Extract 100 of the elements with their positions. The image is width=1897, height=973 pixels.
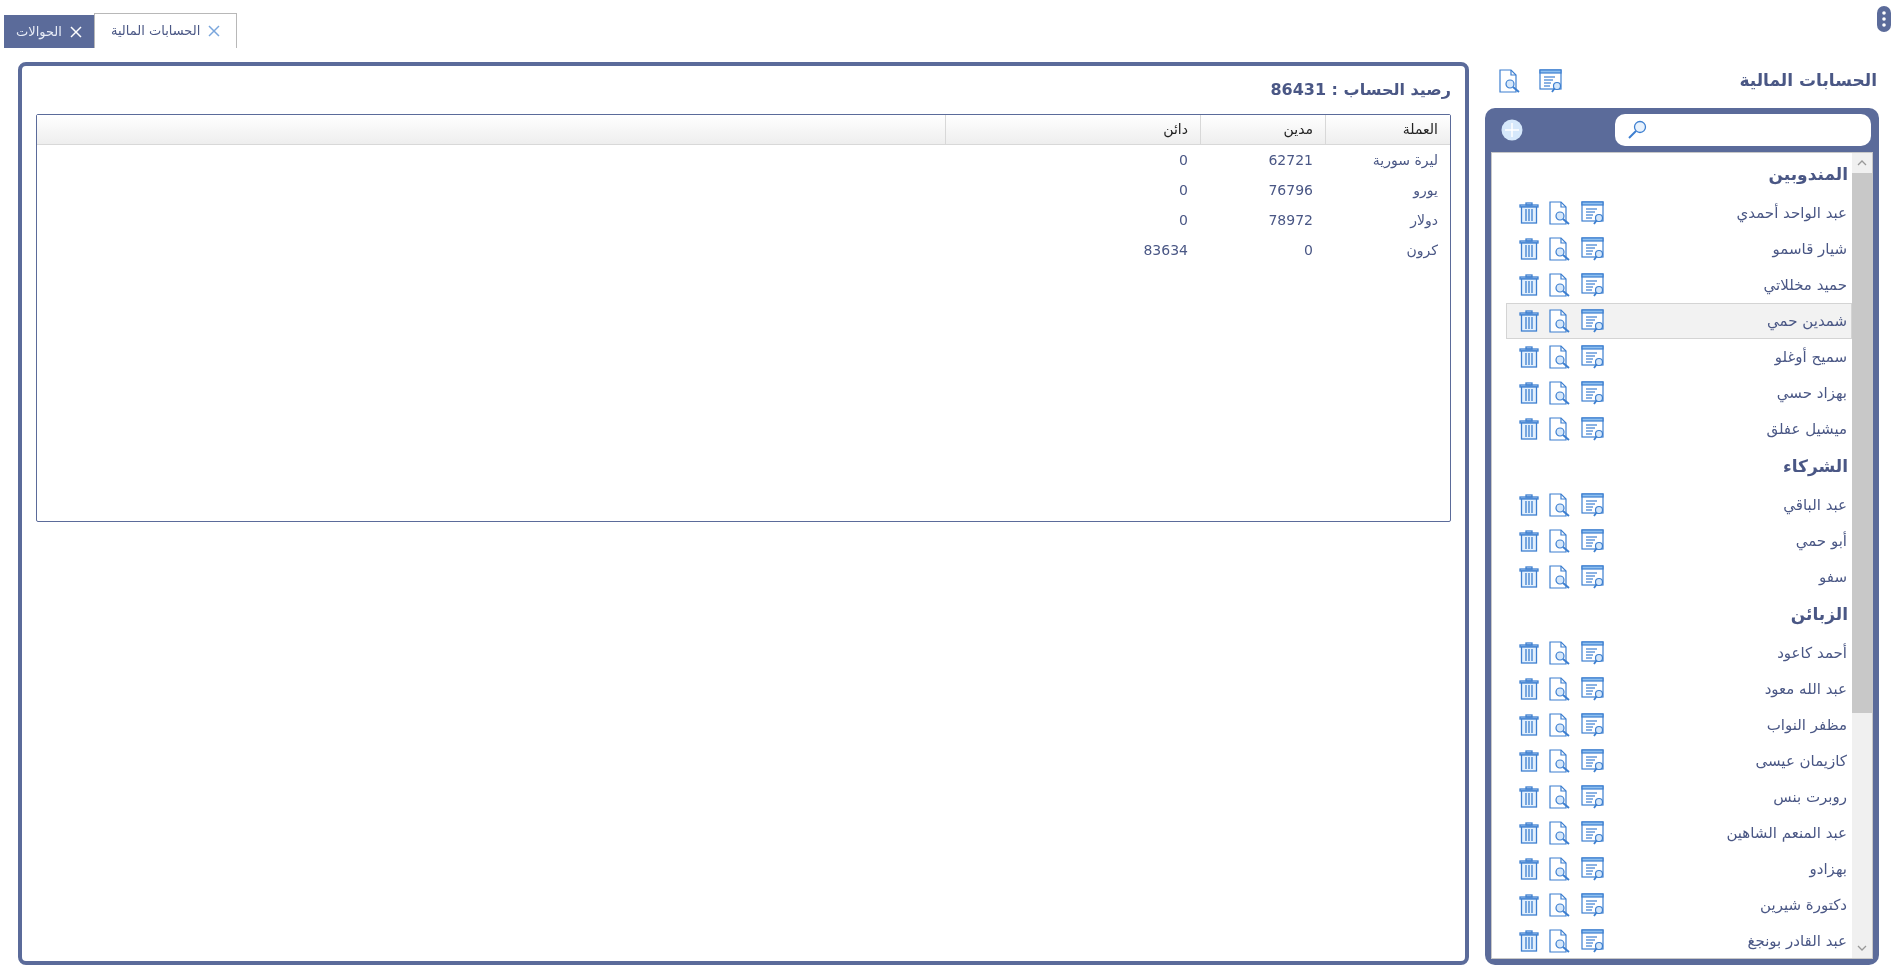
- document-search-icon[interactable]: [1549, 821, 1571, 845]
- scrollbar[interactable]: [1852, 153, 1872, 958]
- list-search-icon[interactable]: [1581, 493, 1605, 517]
- list-search-icon[interactable]: [1581, 201, 1605, 225]
- list-search-icon[interactable]: [1581, 713, 1605, 737]
- account-balance: رصيد الحساب : 86431: [1270, 79, 1451, 101]
- trash-icon[interactable]: [1519, 418, 1539, 440]
- document-search-icon[interactable]: [1549, 417, 1571, 441]
- tab[interactable]: الحوالات: [4, 15, 94, 48]
- trash-icon[interactable]: [1519, 382, 1539, 404]
- trash-icon[interactable]: [1519, 822, 1539, 844]
- list-search-icon[interactable]: [1581, 749, 1605, 773]
- list-search-icon[interactable]: [1581, 417, 1605, 441]
- trash-icon[interactable]: [1519, 346, 1539, 368]
- table-cell-text: كرون: [1405, 240, 1439, 261]
- account-row[interactable]: عبد الواحد أحمدي: [1506, 195, 1852, 231]
- column-header: دائن: [945, 115, 1200, 144]
- account-row[interactable]: بهزادو: [1506, 851, 1852, 887]
- document-search-icon[interactable]: [1549, 493, 1571, 517]
- trash-icon[interactable]: [1519, 930, 1539, 952]
- table-cell-text: 0: [1303, 240, 1314, 260]
- document-search-icon[interactable]: [1549, 273, 1571, 297]
- group-heading: الزبائن: [1790, 603, 1848, 627]
- account-row[interactable]: سفو: [1506, 559, 1852, 595]
- document-search-icon[interactable]: [1549, 929, 1571, 953]
- account-row[interactable]: عبد الباقي: [1506, 487, 1852, 523]
- account-row[interactable]: روبرت بنس: [1506, 779, 1852, 815]
- trash-icon[interactable]: [1519, 310, 1539, 332]
- list-search-icon[interactable]: [1581, 929, 1605, 953]
- list-search-icon[interactable]: [1581, 565, 1605, 589]
- list-search-icon[interactable]: [1581, 529, 1605, 553]
- account-row[interactable]: مظفر النواب: [1506, 707, 1852, 743]
- account-row[interactable]: أحمد كاعود: [1506, 635, 1852, 671]
- trash-icon[interactable]: [1519, 786, 1539, 808]
- document-search-icon[interactable]: [1549, 237, 1571, 261]
- document-search-icon[interactable]: [1549, 529, 1571, 553]
- account-name: سفو: [1819, 566, 1847, 588]
- list-search-icon[interactable]: [1581, 345, 1605, 369]
- account-name: بهزاد حسي: [1776, 382, 1847, 405]
- trash-icon[interactable]: [1519, 714, 1539, 736]
- more-menu-icon[interactable]: [1877, 6, 1891, 32]
- list-search-icon[interactable]: [1581, 641, 1605, 665]
- trash-icon[interactable]: [1519, 678, 1539, 700]
- trash-icon[interactable]: [1519, 274, 1539, 296]
- document-search-icon[interactable]: [1549, 309, 1571, 333]
- document-search-icon[interactable]: [1549, 893, 1571, 917]
- document-search-icon[interactable]: [1549, 857, 1571, 881]
- account-row[interactable]: سميح أوغلو: [1506, 339, 1852, 375]
- scroll-up-icon[interactable]: [1857, 160, 1867, 166]
- group-heading: الشركاء: [1782, 455, 1848, 479]
- search-field[interactable]: [1615, 114, 1871, 146]
- document-search-icon[interactable]: [1549, 677, 1571, 701]
- document-search-icon[interactable]: [1549, 565, 1571, 589]
- account-row[interactable]: عبد المنعم الشاهين: [1506, 815, 1852, 851]
- add-icon[interactable]: [1501, 119, 1523, 141]
- tab[interactable]: الحسابات المالية: [93, 13, 238, 48]
- list-search-icon[interactable]: [1581, 677, 1605, 701]
- document-search-icon[interactable]: [1549, 201, 1571, 225]
- trash-icon[interactable]: [1519, 894, 1539, 916]
- list-search-icon[interactable]: [1581, 857, 1605, 881]
- document-search-icon[interactable]: [1549, 345, 1571, 369]
- trash-icon[interactable]: [1519, 202, 1539, 224]
- trash-icon[interactable]: [1519, 858, 1539, 880]
- account-row[interactable]: عبد الله معود: [1506, 671, 1852, 707]
- account-row[interactable]: شمدين حمي: [1506, 303, 1852, 339]
- trash-icon[interactable]: [1519, 750, 1539, 772]
- account-row[interactable]: حميد مخللاتي: [1506, 267, 1852, 303]
- account-row[interactable]: ميشيل عفلق: [1506, 411, 1852, 447]
- trash-icon[interactable]: [1519, 530, 1539, 552]
- close-icon[interactable]: [208, 25, 221, 37]
- document-search-icon[interactable]: [1549, 641, 1571, 665]
- document-search-icon[interactable]: [1549, 785, 1571, 809]
- document-search-icon[interactable]: [1499, 69, 1521, 93]
- account-name: عبد القادر بونجغ: [1747, 930, 1847, 952]
- trash-icon[interactable]: [1519, 494, 1539, 516]
- account-name: عبد الباقي: [1783, 494, 1847, 517]
- document-search-icon[interactable]: [1549, 749, 1571, 773]
- account-row[interactable]: بهزاد حسي: [1506, 375, 1852, 411]
- account-row[interactable]: كازيمان عيسى: [1506, 743, 1852, 779]
- list-search-icon[interactable]: [1581, 273, 1605, 297]
- list-search-icon[interactable]: [1581, 237, 1605, 261]
- account-row[interactable]: عبد القادر بونجغ: [1506, 923, 1852, 958]
- table-cell-text: دولار: [1408, 210, 1439, 231]
- account-row[interactable]: شيار قاسمو: [1506, 231, 1852, 267]
- account-row[interactable]: أبو حمي: [1506, 523, 1852, 559]
- trash-icon[interactable]: [1519, 238, 1539, 260]
- trash-icon[interactable]: [1519, 642, 1539, 664]
- document-search-icon[interactable]: [1549, 713, 1571, 737]
- list-search-icon[interactable]: [1581, 309, 1605, 333]
- list-search-icon[interactable]: [1581, 893, 1605, 917]
- list-search-icon[interactable]: [1581, 381, 1605, 405]
- document-search-icon[interactable]: [1549, 381, 1571, 405]
- list-search-icon[interactable]: [1581, 785, 1605, 809]
- account-name: عبد الواحد أحمدي: [1736, 202, 1847, 225]
- account-row[interactable]: دكتورة شيرين: [1506, 887, 1852, 923]
- table-cell-text: 78972: [1267, 210, 1314, 230]
- list-search-icon[interactable]: [1539, 69, 1563, 93]
- trash-icon[interactable]: [1519, 566, 1539, 588]
- scroll-down-icon[interactable]: [1857, 945, 1867, 951]
- list-search-icon[interactable]: [1581, 821, 1605, 845]
